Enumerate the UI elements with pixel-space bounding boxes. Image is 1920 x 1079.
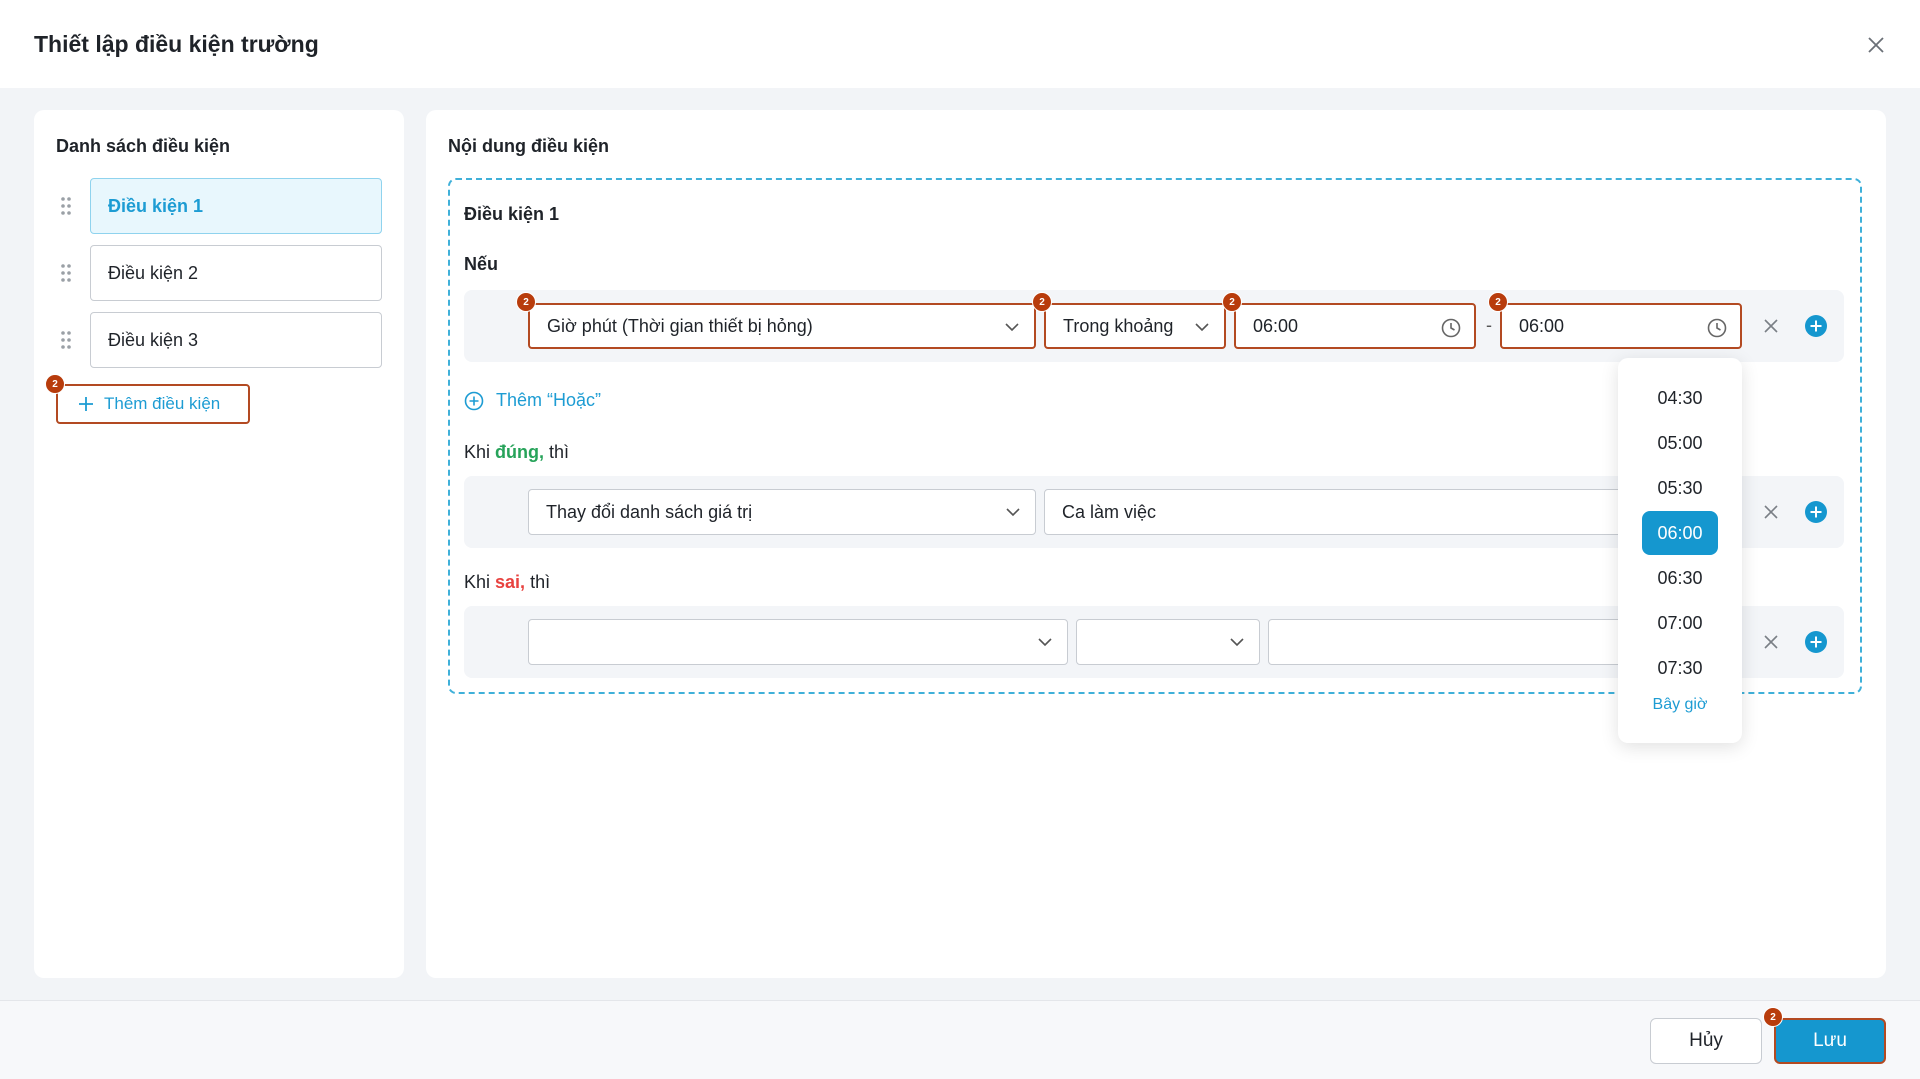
when-false-prefix: Khi — [464, 572, 491, 592]
if-label: Nếu — [464, 254, 499, 274]
remove-row-icon[interactable] — [1762, 503, 1780, 521]
add-or-button[interactable]: Thêm “Hoặc” — [464, 390, 601, 411]
time-from-input[interactable]: 06:00 — [1234, 303, 1476, 349]
dialog-title: Thiết lập điều kiện trường — [34, 30, 319, 57]
drag-handle-icon[interactable] — [60, 330, 72, 350]
error-badge: 2 — [1488, 292, 1508, 312]
time-from-value: 06:00 — [1253, 315, 1299, 336]
time-option[interactable]: 05:00 — [1642, 421, 1718, 465]
if-operator-select[interactable]: Trong khoảng — [1044, 303, 1226, 349]
drag-handle-icon[interactable] — [60, 263, 72, 283]
condition-item-1[interactable]: Điều kiện 1 — [90, 178, 382, 234]
true-action-select[interactable]: Thay đổi danh sách giá trị — [528, 489, 1036, 535]
chevron-down-icon — [1195, 323, 1209, 332]
condition-list-title: Danh sách điều kiện — [56, 136, 231, 156]
condition-title: Điều kiện 1 — [464, 204, 560, 224]
plus-circle-icon — [464, 391, 484, 410]
if-field-value: Giờ phút (Thời gian thiết bị hỏng) — [547, 315, 813, 336]
condition-content-title: Nội dung điều kiện — [448, 136, 609, 156]
time-option[interactable]: 07:00 — [1642, 601, 1718, 645]
error-badge: 2 — [1032, 292, 1052, 312]
true-target-value: Ca làm việc — [1062, 501, 1157, 522]
add-row-icon[interactable] — [1804, 630, 1828, 654]
now-link[interactable]: Bây giờ — [1618, 696, 1742, 714]
plus-icon — [79, 397, 93, 411]
clock-icon — [1707, 318, 1727, 338]
time-picker-dropdown: 04:30 05:00 05:30 06:00 06:30 07:00 07:3… — [1618, 358, 1742, 743]
dialog-header: Thiết lập điều kiện trường — [0, 0, 1920, 88]
error-badge: 2 — [1763, 1007, 1783, 1027]
time-option[interactable]: 07:30 — [1642, 646, 1718, 690]
error-badge: 2 — [516, 292, 536, 312]
chevron-down-icon — [1038, 638, 1052, 647]
when-false-suffix: thì — [530, 572, 551, 592]
add-row-icon[interactable] — [1804, 314, 1828, 338]
chevron-down-icon — [1005, 323, 1019, 332]
false-operator-select[interactable] — [1076, 619, 1260, 665]
error-badge: 2 — [45, 374, 65, 394]
true-action-value: Thay đổi danh sách giá trị — [546, 501, 753, 522]
condition-item-2[interactable]: Điều kiện 2 — [90, 245, 382, 301]
time-to-value: 06:00 — [1519, 315, 1565, 336]
when-false-word: sai, — [495, 572, 526, 592]
false-action-select[interactable] — [528, 619, 1068, 665]
remove-row-icon[interactable] — [1762, 633, 1780, 651]
when-true-label: Khi đúng, thì — [464, 442, 569, 463]
time-option[interactable]: 06:30 — [1642, 556, 1718, 600]
condition-list-panel: Danh sách điều kiện Điều kiện 1 Điều kiệ… — [34, 110, 404, 978]
chevron-down-icon — [1006, 508, 1020, 517]
time-option-selected[interactable]: 06:00 — [1642, 511, 1718, 555]
when-true-prefix: Khi — [464, 442, 491, 462]
condition-list-item: Điều kiện 2 — [34, 245, 404, 301]
add-condition-label: Thêm điều kiện — [104, 394, 221, 413]
if-operator-value: Trong khoảng — [1063, 315, 1174, 336]
when-true-word: đúng, — [495, 442, 545, 462]
dialog-footer: Hủy Lưu 2 — [0, 1000, 1920, 1079]
add-condition-button[interactable]: Thêm điều kiện — [56, 384, 250, 424]
condition-list-item: Điều kiện 1 — [34, 178, 404, 234]
clock-icon — [1441, 318, 1461, 338]
when-false-label: Khi sai, thì — [464, 572, 550, 593]
close-icon[interactable] — [1866, 35, 1886, 55]
error-badge: 2 — [1222, 292, 1242, 312]
add-row-icon[interactable] — [1804, 500, 1828, 524]
range-separator: - — [1486, 315, 1492, 335]
chevron-down-icon — [1230, 638, 1244, 647]
save-button[interactable]: Lưu — [1774, 1018, 1886, 1064]
remove-row-icon[interactable] — [1762, 317, 1780, 335]
if-field-select[interactable]: Giờ phút (Thời gian thiết bị hỏng) — [528, 303, 1036, 349]
drag-handle-icon[interactable] — [60, 196, 72, 216]
time-to-input[interactable]: 06:00 — [1500, 303, 1742, 349]
condition-item-3[interactable]: Điều kiện 3 — [90, 312, 382, 368]
add-or-label: Thêm “Hoặc” — [496, 390, 602, 410]
time-option[interactable]: 05:30 — [1642, 466, 1718, 510]
condition-list-item: Điều kiện 3 — [34, 312, 404, 368]
time-option[interactable]: 04:30 — [1642, 376, 1718, 420]
when-true-suffix: thì — [549, 442, 570, 462]
cancel-button[interactable]: Hủy — [1650, 1018, 1762, 1064]
